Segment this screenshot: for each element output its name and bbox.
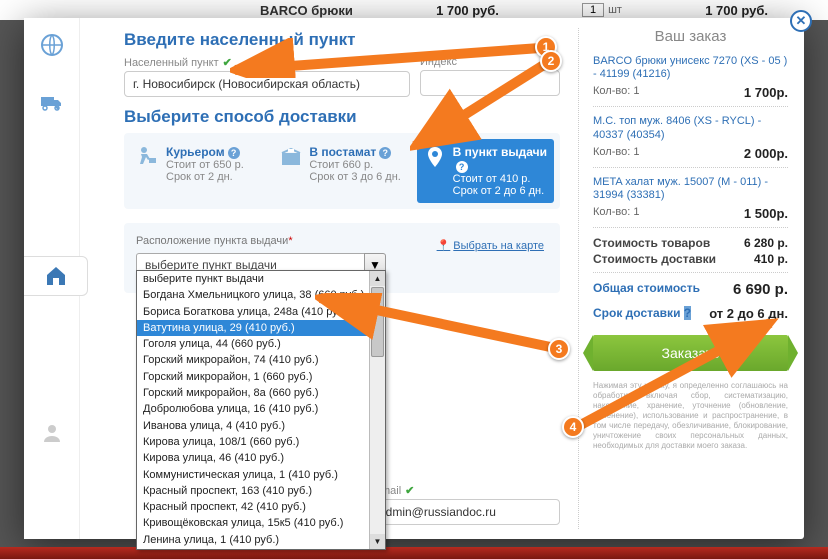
order-item-qty: Кол-во: 1 <box>593 85 639 100</box>
dropdown-option[interactable]: Бориса Богаткова улица, 248а (410 руб.) <box>137 304 385 320</box>
email-label: E-mail✔ <box>370 484 560 497</box>
order-item-price: 2 000р. <box>744 146 788 161</box>
bg-line-price: 1 700 руб. <box>705 3 768 18</box>
info-icon: ? <box>684 306 691 320</box>
check-icon: ✔ <box>405 485 414 497</box>
bg-qty-group: шт <box>582 3 622 17</box>
marker-3: 3 <box>548 338 570 360</box>
globe-icon[interactable] <box>38 32 66 58</box>
delivery-postamat[interactable]: В постамат? Стоит 660 р. Срок от 3 до 6 … <box>273 139 410 203</box>
delivery-courier[interactable]: Курьером? Стоит от 650 р. Срок от 2 дн. <box>130 139 267 203</box>
scroll-thumb[interactable] <box>371 287 384 357</box>
scroll-up-icon[interactable]: ▲ <box>370 271 385 286</box>
order-item-qty: Кол-во: 1 <box>593 146 639 161</box>
bg-qty-unit: шт <box>608 4 622 16</box>
house-icon[interactable] <box>42 263 70 289</box>
bg-product-name: BARCO брюки <box>260 3 353 18</box>
dropdown-option[interactable]: Горский микрорайон, 74 (410 руб.) <box>137 352 385 368</box>
order-item-name: META халат муж. 15007 (M - 011) - 31994 … <box>593 176 788 202</box>
map-pin-icon: 📍 <box>437 240 451 252</box>
info-icon: ? <box>379 147 391 159</box>
scrollbar[interactable]: ▲ ▼ <box>369 271 385 549</box>
order-item-price: 1 500р. <box>744 206 788 221</box>
delivery-options: Курьером? Стоит от 650 р. Срок от 2 дн. … <box>124 133 560 209</box>
step1-title: Введите населенный пункт <box>124 30 560 50</box>
submit-order-button[interactable]: Заказать <box>593 335 788 371</box>
marker-4: 4 <box>562 416 584 438</box>
dropdown-option[interactable]: Горский микрорайон, 8а (660 руб.) <box>137 385 385 401</box>
index-input[interactable] <box>420 70 560 96</box>
map-link[interactable]: 📍Выбрать на карте <box>437 239 544 252</box>
dropdown-option[interactable]: Богдана Хмельницкого улица, 38 (660 руб.… <box>137 287 385 303</box>
bg-product-price: 1 700 руб. <box>436 3 499 18</box>
step2-title: Выберите способ доставки <box>124 107 560 127</box>
city-input[interactable] <box>124 71 410 97</box>
background-toolbar: BARCO брюки 1 700 руб. шт 1 700 руб. <box>0 0 828 20</box>
dropdown-option[interactable]: Кирова улица, 108/1 (660 руб.) <box>137 434 385 450</box>
dropdown-option[interactable]: Ленина улица, 1 (410 руб.) <box>137 532 385 548</box>
pickup-dropdown[interactable]: выберите пункт выдачиБогдана Хмельницког… <box>136 270 386 550</box>
dropdown-option[interactable]: Гоголя улица, 44 (660 руб.) <box>137 336 385 352</box>
dropdown-option[interactable]: Кирова улица, 46 (410 руб.) <box>137 450 385 466</box>
order-item-name: BARCO брюки унисекс 7270 (XS - 05 ) - 41… <box>593 55 788 81</box>
legal-text: Нажимая эту кнопку, я определенно соглаш… <box>593 381 788 451</box>
pickup-label: Расположение пункта выдачи* <box>136 235 293 247</box>
dropdown-option[interactable]: Красный проспект, 163 (410 руб.) <box>137 483 385 499</box>
dropdown-option[interactable]: Горский микрорайон, 1 (660 руб.) <box>137 369 385 385</box>
order-title: Ваш заказ <box>593 28 788 45</box>
order-item-name: M.C. топ муж. 8406 (XS - RYCL) - 40337 (… <box>593 115 788 141</box>
info-icon: ? <box>456 161 468 173</box>
scroll-down-icon[interactable]: ▼ <box>370 534 385 549</box>
email-input[interactable] <box>370 499 560 525</box>
order-item-price: 1 700р. <box>744 85 788 100</box>
city-label: Населенный пункт✔ <box>124 56 410 69</box>
dropdown-option[interactable]: Морской проспект, 10 (660 руб.) <box>137 548 385 549</box>
marker-2: 2 <box>540 50 562 72</box>
order-item-qty: Кол-во: 1 <box>593 206 639 221</box>
checkout-modal: ✕ Введите населенный пункт Населенный пу… <box>24 18 804 539</box>
dropdown-option[interactable]: Красный проспект, 42 (410 руб.) <box>137 499 385 515</box>
dropdown-option[interactable]: Кривощёковская улица, 15к5 (410 руб.) <box>137 515 385 531</box>
footer-bar <box>0 547 828 559</box>
person-icon[interactable] <box>38 420 66 446</box>
truck-icon[interactable] <box>38 90 66 116</box>
postamat-icon <box>279 145 303 169</box>
index-label: Индекс <box>420 56 560 68</box>
pin-icon <box>423 145 447 169</box>
order-summary: Ваш заказ BARCO брюки унисекс 7270 (XS -… <box>578 28 788 529</box>
delivery-pickup[interactable]: В пункт выдачи? Стоит от 410 р. Срок от … <box>417 139 554 203</box>
dropdown-option[interactable]: Ватутина улица, 29 (410 руб.) <box>137 320 385 336</box>
info-icon: ? <box>228 147 240 159</box>
dropdown-option[interactable]: Коммунистическая улица, 1 (410 руб.) <box>137 467 385 483</box>
step-sidebar <box>24 18 80 539</box>
bg-qty-input[interactable] <box>582 3 604 17</box>
dropdown-option[interactable]: Иванова улица, 4 (410 руб.) <box>137 418 385 434</box>
dropdown-option[interactable]: Добролюбова улица, 16 (410 руб.) <box>137 401 385 417</box>
dropdown-option[interactable]: выберите пункт выдачи <box>137 271 385 287</box>
check-icon: ✔ <box>223 57 232 69</box>
courier-icon <box>136 145 160 169</box>
active-step-tab <box>24 256 88 296</box>
